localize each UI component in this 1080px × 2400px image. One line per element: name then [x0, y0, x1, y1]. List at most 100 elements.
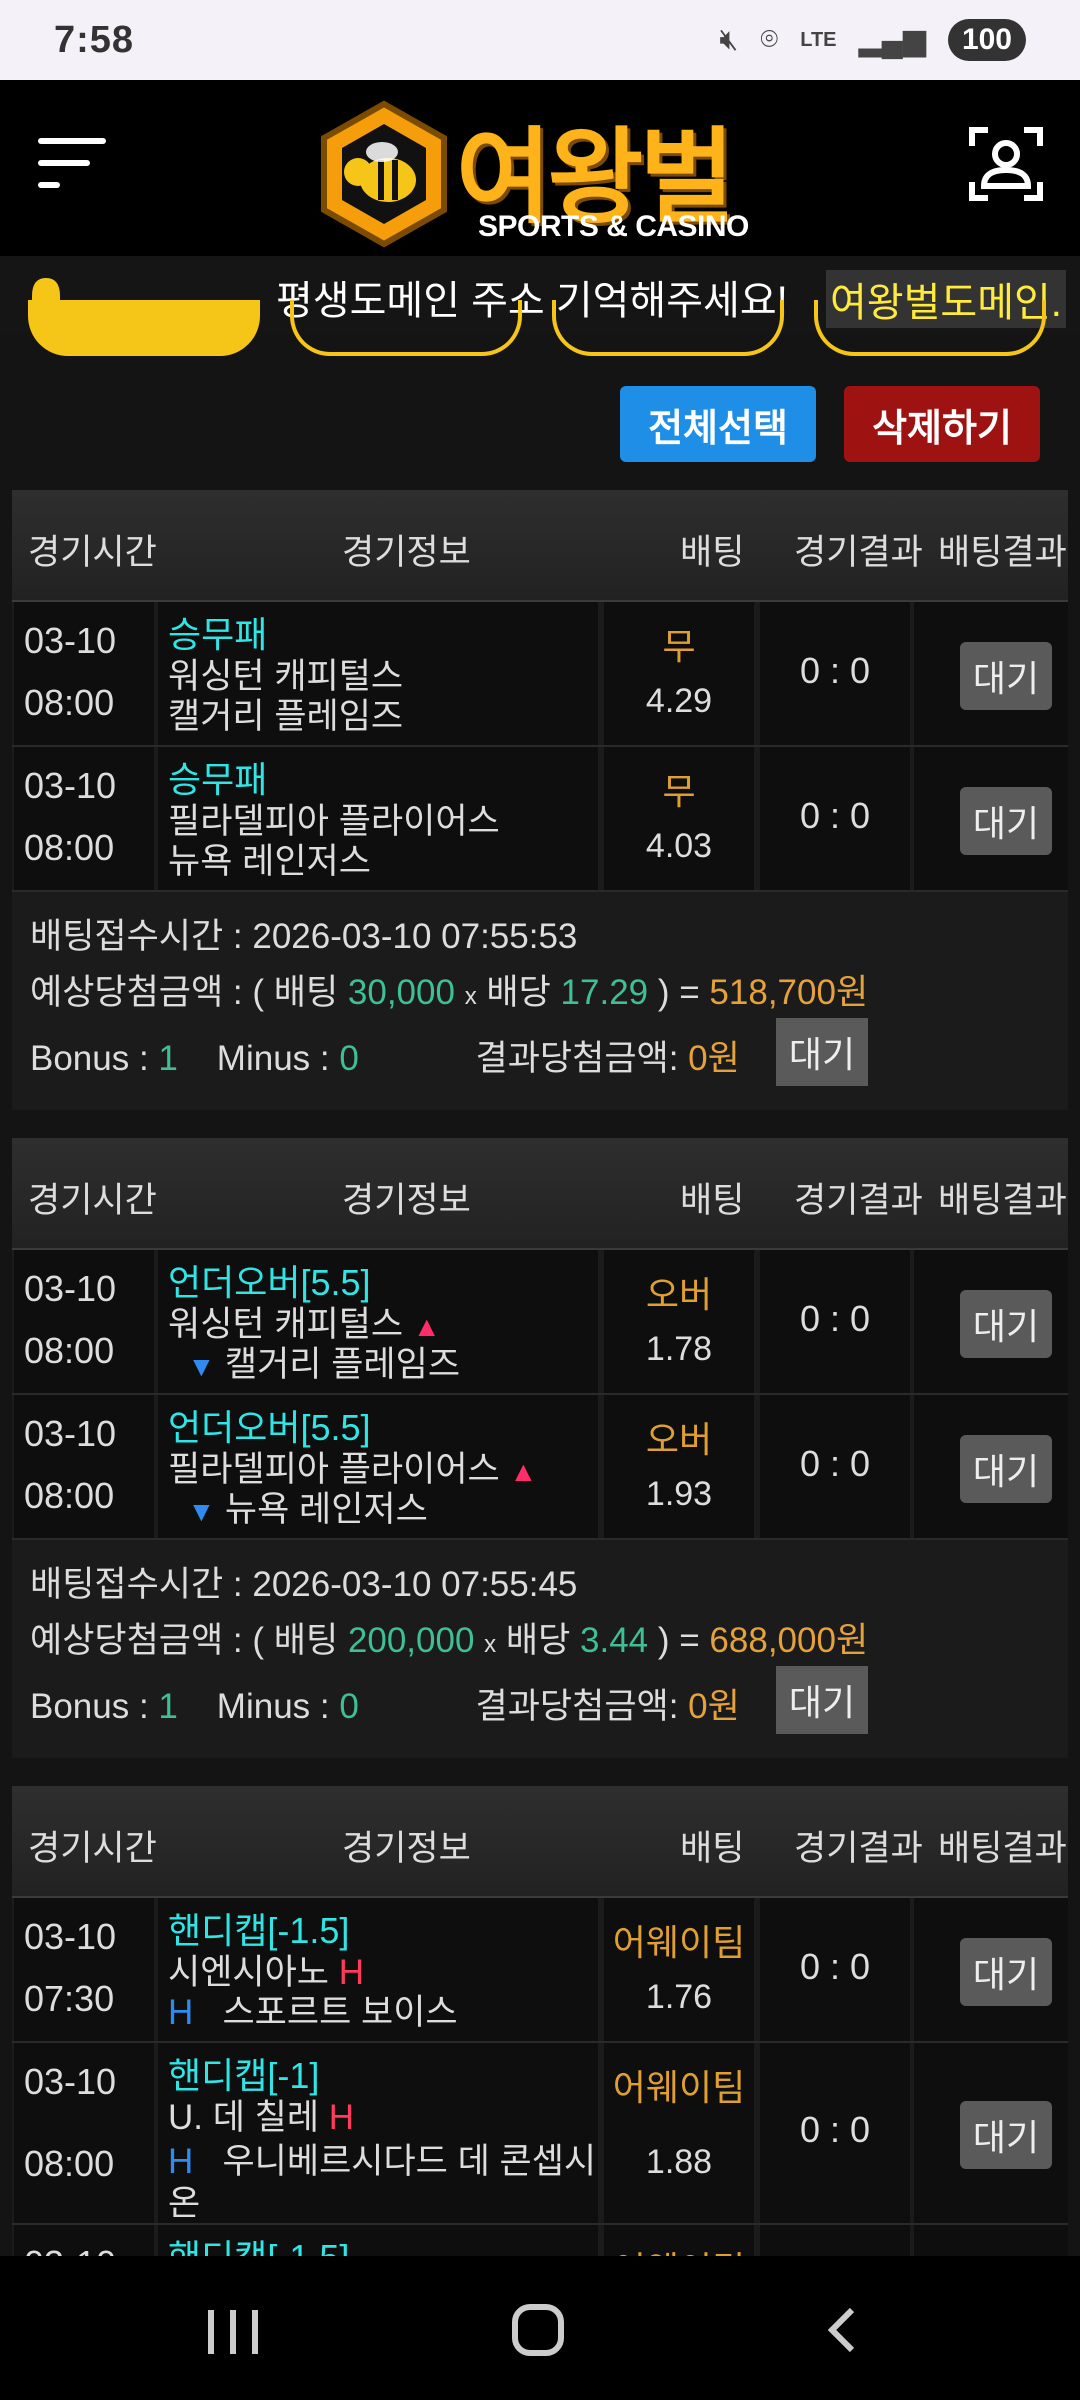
- col-bet-result: 배팅결과: [938, 533, 1067, 572]
- tab-pill-2[interactable]: [290, 300, 522, 356]
- table-header: 경기시간 경기정보 배팅 경기결과 배팅결과: [12, 1786, 1068, 1898]
- expected-label: 예상당첨금액 : ( 배팅: [30, 973, 348, 1012]
- bet-odds: 4.03: [645, 827, 713, 865]
- minus-label: Minus :: [216, 1687, 340, 1726]
- bonus-line: Bonus : 1 Minus : 0 결과당첨금액: 0원: [30, 1678, 740, 1729]
- match-score: 0 : 0: [799, 1946, 871, 1987]
- expected-payout-line: 예상당첨금액 : ( 배팅 200,000 x 배당 3.44 ) = 688,…: [30, 1612, 868, 1663]
- accept-label: 배팅접수시간 :: [30, 917, 253, 956]
- tab-pill-1[interactable]: [28, 300, 260, 356]
- away-team: 캘거리 플레임즈: [224, 1345, 461, 1384]
- under-arrow-icon: ▼: [187, 1496, 216, 1527]
- away-team: 뉴욕 레인저스: [168, 842, 371, 881]
- match-date: 03-10: [24, 1916, 117, 1957]
- bonus-line: Bonus : 1 Minus : 0 결과당첨금액: 0원: [30, 1030, 740, 1081]
- status-button[interactable]: 대기: [960, 1290, 1052, 1358]
- match-date: 03-10: [24, 2061, 117, 2102]
- slip-status-button[interactable]: 대기: [776, 1666, 868, 1734]
- away-team: 스포르트 보이스: [222, 1993, 458, 2032]
- logo-subtitle: SPORTS & CASINO: [478, 210, 749, 243]
- battery-indicator: 100: [947, 19, 1026, 61]
- odds-label: 배당: [476, 973, 561, 1012]
- expected-payout: 688,000원: [709, 1621, 869, 1660]
- col-bet: 배팅: [680, 533, 745, 572]
- status-button[interactable]: 대기: [960, 642, 1052, 710]
- col-time: 경기시간: [28, 533, 157, 572]
- away-team-line: H 스포르트 보이스: [168, 1984, 458, 2035]
- match-time: 08:00: [24, 682, 115, 723]
- tab-pill-4[interactable]: [814, 300, 1046, 356]
- col-info: 경기정보: [342, 1829, 471, 1868]
- bet-pick: 어웨이팀: [604, 2241, 754, 2256]
- bet-odds: 4.29: [645, 682, 713, 720]
- status-icons: 🔇︎ ⌾ LTE ▂▄▆ 100: [719, 19, 1026, 61]
- slip-status-button[interactable]: 대기: [776, 1018, 868, 1086]
- odds-label: 배당: [496, 1621, 581, 1660]
- bonus-value: 1: [158, 1687, 178, 1726]
- mute-icon: 🔇︎: [719, 23, 739, 56]
- recent-apps-icon[interactable]: [208, 2310, 264, 2354]
- result-amount-label: 결과당첨금액:: [475, 1039, 689, 1078]
- result-amount: 0원: [688, 1039, 740, 1078]
- minus-value: 0: [339, 1687, 359, 1726]
- stake-amount: 200,000: [347, 1621, 475, 1660]
- bet-pick: 무: [662, 626, 696, 667]
- total-odds: 17.29: [560, 973, 649, 1012]
- bet-odds: 1.93: [645, 1475, 713, 1513]
- bet-pick: 무: [662, 771, 696, 812]
- result-amount: 0원: [688, 1687, 740, 1726]
- bonus-label: Bonus :: [30, 1687, 159, 1726]
- status-button[interactable]: 대기: [960, 787, 1052, 855]
- match-score: 0 : 0: [799, 1443, 871, 1484]
- equals-label: ) =: [648, 973, 710, 1012]
- home-icon[interactable]: [512, 2304, 564, 2356]
- lte-icon: LTE: [800, 28, 837, 51]
- accept-time-line: 배팅접수시간 : 2026-03-10 07:55:45: [30, 1556, 577, 1607]
- bonus-value: 1: [158, 1039, 178, 1078]
- expected-label: 예상당첨금액 : ( 배팅: [30, 1621, 348, 1660]
- game-type: 핸디캡[-1.5]: [168, 2229, 349, 2256]
- select-all-button[interactable]: 전체선택: [620, 386, 816, 462]
- tab-pill-3[interactable]: [552, 300, 784, 356]
- status-button[interactable]: 대기: [960, 2101, 1052, 2169]
- accept-label: 배팅접수시간 :: [30, 1565, 253, 1604]
- result-amount-label: 결과당첨금액:: [475, 1687, 689, 1726]
- multiply-sign: x: [464, 983, 477, 1010]
- match-score: 0 : 0: [799, 795, 871, 836]
- bet-slip: 경기시간 경기정보 배팅 경기결과 배팅결과 03-10 08:00 승무패 워싱…: [12, 490, 1068, 1110]
- menu-icon[interactable]: [38, 130, 110, 200]
- system-nav-bar: [0, 2256, 1080, 2400]
- site-logo[interactable]: 여왕벌 SPORTS & CASINO: [318, 92, 764, 248]
- status-bar: 7:58 🔇︎ ⌾ LTE ▂▄▆ 100: [0, 0, 1080, 80]
- user-scan-icon[interactable]: [968, 126, 1044, 202]
- away-team: 캘거리 플레임즈: [168, 697, 404, 736]
- away-team-wrap: 온: [168, 2184, 201, 2223]
- away-team-line: ▼ 뉴욕 레인저스: [168, 1481, 428, 1532]
- col-time: 경기시간: [28, 1181, 157, 1220]
- table-row: 03-10 07:30 핸디캡[-1.5] 시엔시아노 H H 스포르트 보이스 …: [12, 1898, 1068, 2043]
- back-icon[interactable]: [820, 2306, 868, 2354]
- delete-button[interactable]: 삭제하기: [844, 386, 1040, 462]
- slip-summary: 배팅접수시간 : 2026-03-10 07:55:53 예상당첨금액 : ( …: [12, 892, 1068, 1110]
- match-date: 03-10: [24, 1268, 117, 1309]
- over-arrow-icon: ▲: [509, 1456, 538, 1487]
- col-result: 경기결과: [794, 1181, 923, 1220]
- table-row: 03-10 08:00 승무패 워싱턴 캐피털스 캘거리 플레임즈 무 4.29 0…: [12, 602, 1068, 747]
- col-bet-result: 배팅결과: [938, 1181, 1067, 1220]
- expected-payout: 518,700원: [709, 973, 869, 1012]
- col-result: 경기결과: [794, 533, 923, 572]
- table-row: 03-10 08:00 언더오버[5.5] 워싱턴 캐피털스 ▲ ▼ 캘거리 플레…: [12, 1250, 1068, 1395]
- bet-odds: 1.78: [645, 1330, 713, 1368]
- away-team: 뉴욕 레인저스: [224, 1490, 428, 1529]
- minus-value: 0: [339, 1039, 359, 1078]
- match-score: 0 : 0: [799, 650, 871, 691]
- match-time: 08:00: [24, 1475, 115, 1516]
- accept-time: 2026-03-10 07:55:53: [252, 917, 578, 956]
- bet-slip: 경기시간 경기정보 배팅 경기결과 배팅결과 03-10 07:30 핸디캡[-1…: [12, 1786, 1068, 2256]
- status-button[interactable]: 대기: [960, 1938, 1052, 2006]
- col-info: 경기정보: [342, 533, 471, 572]
- table-header: 경기시간 경기정보 배팅 경기결과 배팅결과: [12, 490, 1068, 602]
- bet-pick: 오버: [645, 1274, 713, 1315]
- status-button[interactable]: 대기: [960, 1435, 1052, 1503]
- match-score: 0 : 0: [799, 2109, 871, 2150]
